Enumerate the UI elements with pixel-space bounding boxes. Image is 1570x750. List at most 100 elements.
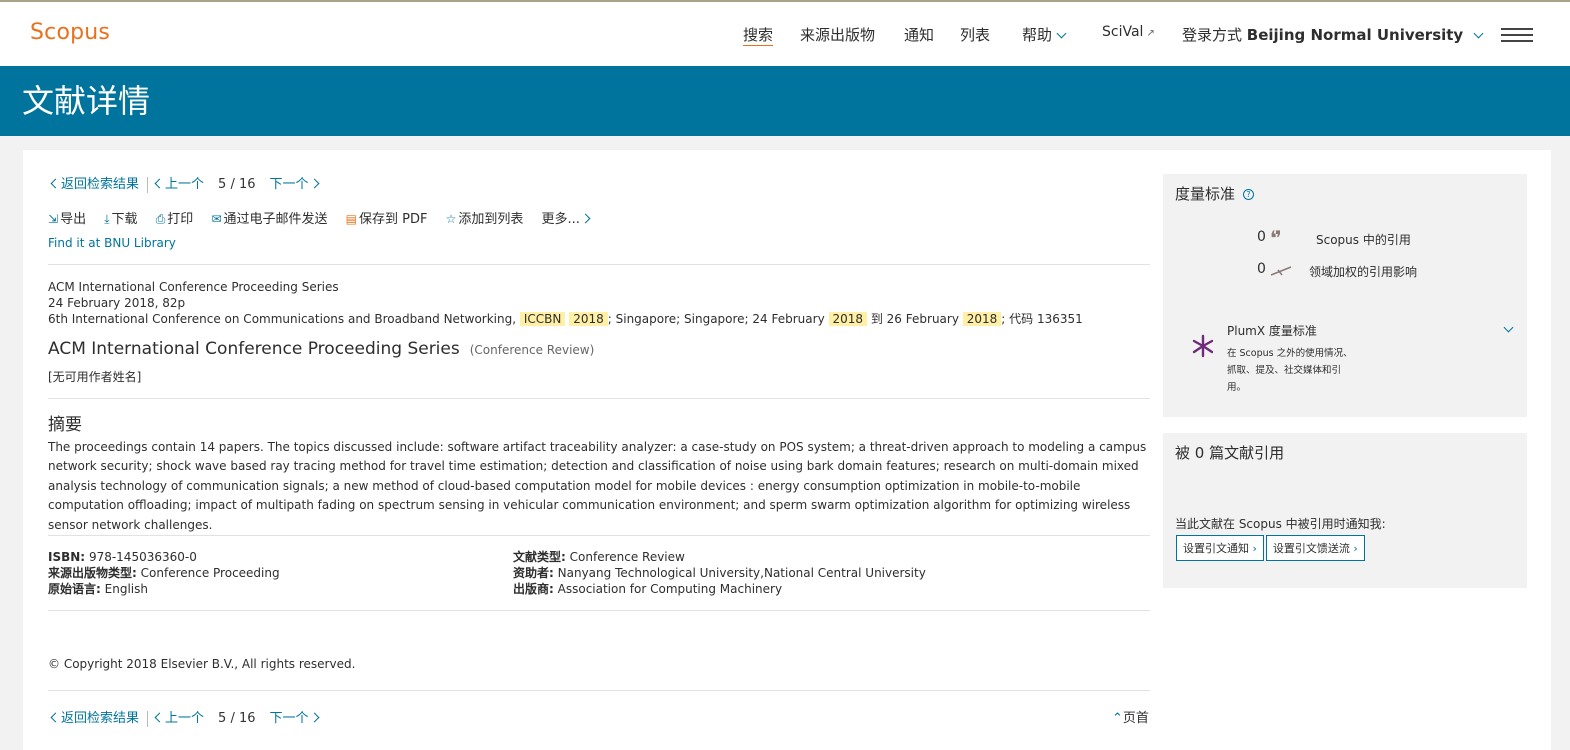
language: 原始语言: English (48, 581, 148, 597)
nav-search[interactable]: 搜索 (743, 24, 773, 45)
pager-slash: / (230, 177, 235, 192)
next-link[interactable]: 下一个 (269, 177, 319, 192)
menu-icon[interactable] (1501, 28, 1533, 44)
save-pdf-button[interactable]: ▤ 保存到 PDF (346, 212, 428, 227)
pager-slash: / (230, 711, 235, 726)
export-icon: ⇲ (48, 212, 59, 226)
chevron-right-icon (309, 178, 319, 189)
chevron-right-icon (309, 712, 319, 723)
back-label: 返回检索结果 (61, 711, 140, 726)
divider (147, 710, 149, 727)
cited-alert-text: 当此文献在 Scopus 中被引用时通知我: (1175, 517, 1386, 531)
chevron-left-icon (154, 712, 165, 723)
authors: [无可用作者姓名] (48, 370, 142, 384)
trend-icon (1270, 266, 1292, 276)
doc-nav-top: 返回检索结果 上一个 5 / 16 下一个 (50, 173, 319, 193)
page-title: 文献详情 (22, 82, 151, 120)
pager-total: 16 (238, 711, 256, 726)
prev-link[interactable]: 上一个 (154, 711, 204, 726)
more-button[interactable]: 更多... (542, 212, 591, 227)
chevron-right-icon (580, 213, 591, 224)
set-citation-feed-button[interactable]: 设置引文馈送流 › (1265, 535, 1365, 561)
action-bar: ⇲ 导出 ⤓ 下载 ⎙ 打印 ✉ 通过电子邮件发送 ▤ 保存到 PDF ☆ 添加到列表 更多… (48, 208, 603, 227)
doc-title-text: ACM International Conference Proceeding … (48, 339, 460, 359)
citations-label: Scopus 中的引用 (1316, 233, 1411, 247)
back-to-results-link[interactable]: 返回检索结果 (50, 711, 140, 726)
doc-nav-bottom: 返回检索结果 上一个 5 / 16 下一个 (50, 707, 319, 727)
highlight: ICCBN (519, 312, 566, 326)
abstract-heading: 摘要 (48, 415, 82, 435)
library-link[interactable]: Find it at BNU Library (48, 236, 176, 250)
chevron-right-icon: › (1353, 542, 1358, 555)
chevron-left-icon (154, 178, 165, 189)
pager-current: 5 (218, 177, 227, 192)
document-type-label: 文献类型: (513, 550, 566, 564)
metrics-heading-text: 度量标准 (1175, 185, 1236, 203)
chevron-down-icon (1056, 28, 1067, 39)
plumx-desc-line: 在 Scopus 之外的使用情况、 (1227, 348, 1353, 359)
publisher: 出版商: Association for Computing Machinery (513, 581, 782, 597)
nav-login[interactable]: 登录方式 Beijing Normal University (1182, 24, 1484, 45)
chevron-left-icon (50, 712, 61, 723)
source-type-label: 来源出版物类型: (48, 566, 137, 580)
doc-type-label: (Conference Review) (469, 343, 595, 357)
citation-alert-label: 设置引文通知 (1183, 542, 1249, 555)
external-link-icon: ↗ (1146, 28, 1155, 39)
divider (48, 398, 1150, 399)
isbn-label: ISBN: (48, 550, 86, 564)
export-label: 导出 (60, 212, 87, 227)
chevron-right-icon: › (1252, 542, 1257, 555)
add-to-list-button[interactable]: ☆ 添加到列表 (446, 212, 524, 227)
document-type: 文献类型: Conference Review (513, 549, 685, 565)
nav-sources[interactable]: 来源出版物 (800, 24, 875, 45)
nav-lists[interactable]: 列表 (960, 24, 990, 45)
pager: 5 / 16 (218, 177, 256, 192)
login-org: Beijing Normal University (1246, 26, 1464, 44)
export-button[interactable]: ⇲ 导出 (48, 212, 86, 227)
email-button[interactable]: ✉ 通过电子邮件发送 (211, 212, 327, 227)
copyright: © Copyright 2018 Elsevier B.V., All righ… (48, 657, 356, 671)
quote-icon: ❛❜ (1270, 226, 1282, 250)
sponsors: 资助者: Nanyang Technological University,Na… (513, 565, 926, 581)
prev-label: 上一个 (165, 177, 205, 192)
back-to-top-label: 页首 (1122, 711, 1149, 726)
email-icon: ✉ (211, 212, 222, 226)
highlight: 2018 (569, 312, 608, 326)
chevron-up-icon: ⌃ (1112, 711, 1123, 726)
sponsors-label: 资助者: (513, 566, 554, 580)
pager-total: 16 (238, 177, 256, 192)
nav-alerts[interactable]: 通知 (904, 24, 934, 45)
next-link[interactable]: 下一个 (269, 711, 319, 726)
next-label: 下一个 (269, 711, 309, 726)
help-icon[interactable]: ? (1243, 189, 1255, 200)
highlight: 2018 (828, 312, 868, 326)
sponsors-value: Nanyang Technological University,Nationa… (557, 566, 926, 580)
conf-suffix: ; 代码 136351 (1001, 312, 1083, 326)
scopus-logo[interactable]: Scopus (30, 20, 110, 45)
next-label: 下一个 (269, 177, 309, 192)
plumx-title[interactable]: PlumX 度量标准 (1227, 322, 1317, 339)
nav-scival[interactable]: SciVal ↗ (1102, 24, 1155, 40)
isbn-value: 978-145036360-0 (88, 550, 197, 564)
back-to-top-link[interactable]: ⌃页首 (1112, 707, 1149, 726)
nav-help[interactable]: 帮助 (1022, 24, 1067, 45)
plumx-description: 在 Scopus 之外的使用情况、 抓取、提及、社交媒体和引 用。 (1227, 345, 1353, 396)
set-citation-alert-button[interactable]: 设置引文通知 › (1176, 535, 1264, 561)
chevron-down-icon (1473, 28, 1484, 39)
source-series: ACM International Conference Proceeding … (48, 280, 339, 294)
date-pages: 24 February 2018, 82p (48, 296, 186, 310)
divider (48, 610, 1150, 611)
download-button[interactable]: ⤓ 下载 (104, 212, 137, 227)
plumx-icon (1192, 334, 1214, 358)
publisher-value: Association for Computing Machinery (557, 582, 783, 596)
language-value: English (104, 582, 148, 596)
language-label: 原始语言: (48, 582, 101, 596)
citation-feed-label: 设置引文馈送流 (1272, 542, 1350, 555)
prev-link[interactable]: 上一个 (154, 177, 205, 192)
print-button[interactable]: ⎙ 打印 (156, 212, 194, 227)
highlight: 2018 (962, 312, 1002, 326)
abstract-text: The proceedings contain 14 papers. The t… (48, 440, 1147, 532)
chevron-left-icon (50, 178, 61, 189)
conf-mid: ; Singapore; Singapore; 24 February (607, 312, 829, 326)
back-to-results-link[interactable]: 返回检索结果 (50, 177, 139, 192)
